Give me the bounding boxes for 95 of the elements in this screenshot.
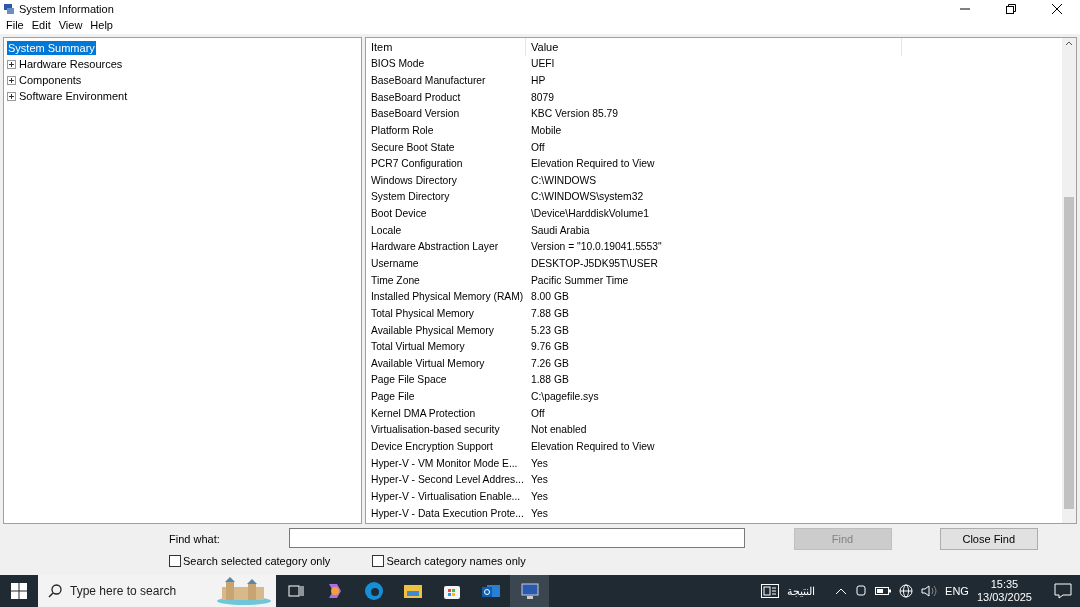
- table-cell-text: Yes: [530, 506, 549, 521]
- table-cell-text: Total Virtual Memory: [370, 340, 466, 355]
- table-cell-text: Available Virtual Memory: [370, 356, 486, 371]
- find-label: Find what:: [169, 533, 221, 545]
- tree-item[interactable]: Software Environment: [18, 89, 129, 103]
- table-cell-text: Off: [530, 406, 546, 421]
- table-cell-text: BIOS Mode: [370, 57, 426, 72]
- table-cell-text: Virtualisation-based security: [370, 423, 501, 438]
- close-icon[interactable]: [1052, 3, 1062, 14]
- table-cell-text: Available Physical Memory: [370, 323, 495, 338]
- table-cell-text: 7.26 GB: [530, 356, 570, 371]
- tree-item[interactable]: Components: [18, 73, 83, 87]
- checkbox-label: Search category names only: [386, 555, 526, 567]
- table-cell-text: Time Zone: [370, 273, 421, 288]
- table-cell-text: Windows Directory: [370, 173, 458, 188]
- table-cell-text: Username: [370, 257, 420, 271]
- table-cell-text: Secure Boot State: [370, 140, 456, 155]
- speaker-icon[interactable]: [921, 584, 938, 598]
- table-cell-text: Mobile: [530, 123, 563, 138]
- table-cell-text: PCR7 Configuration: [370, 157, 464, 172]
- table-cell-text: Yes: [530, 456, 549, 471]
- table-cell-text: Hyper-V - Virtualisation Enable...: [370, 489, 522, 504]
- expand-icon[interactable]: [7, 59, 16, 69]
- close-find-button[interactable]: Close Find: [939, 528, 1038, 550]
- table-cell-text: Boot Device: [370, 207, 428, 222]
- windows-logo-icon[interactable]: [11, 583, 27, 599]
- expand-icon[interactable]: [7, 91, 16, 101]
- table-cell-text: 7.88 GB: [530, 306, 570, 321]
- table-cell-text: KBC Version 85.79: [530, 107, 619, 122]
- chevron-up-icon[interactable]: [835, 587, 848, 595]
- column-header[interactable]: Item: [366, 38, 526, 56]
- clock[interactable]: 15:35 13/03/2025: [976, 578, 1032, 604]
- menu-item[interactable]: View: [54, 17, 87, 34]
- table-cell-text: Platform Role: [370, 123, 435, 138]
- find-field[interactable]: [289, 528, 746, 548]
- table-cell-text: Total Physical Memory: [370, 306, 475, 321]
- scrollbar[interactable]: [1062, 38, 1076, 523]
- table-cell-text: Hyper-V - Second Level Addres...: [370, 473, 525, 488]
- table-cell-text: Pacific Summer Time: [530, 273, 630, 288]
- table-cell-text: Page File: [370, 390, 416, 405]
- table-cell-text: Installed Physical Memory (RAM): [370, 290, 525, 305]
- table-cell-text: HP: [530, 73, 547, 88]
- table-cell-text: Device Encryption Support: [370, 440, 494, 455]
- menu-item[interactable]: Help: [86, 17, 117, 34]
- table-cell-text: Hardware Abstraction Layer: [370, 240, 500, 255]
- search-field[interactable]: Type here to search: [38, 575, 276, 607]
- table-cell-text: Yes: [530, 489, 549, 504]
- window-title: System Information: [19, 2, 115, 15]
- menu-item[interactable]: Edit: [27, 17, 55, 34]
- table-cell-text: C:\pagefile.sys: [530, 390, 600, 405]
- language-indicator[interactable]: ENG: [945, 585, 969, 597]
- table-cell-text: Elevation Required to View: [530, 157, 656, 172]
- table-cell-text: 1.88 GB: [530, 373, 570, 388]
- table-cell-text: Hyper-V - VM Monitor Mode E...: [370, 456, 519, 471]
- table-cell-text: Hyper-V - Data Execution Prote...: [370, 506, 525, 521]
- table-cell-text: BaseBoard Product: [370, 90, 462, 105]
- table-cell-text: Saudi Arabia: [530, 223, 591, 238]
- news-icon[interactable]: [761, 584, 780, 598]
- table-cell-text: Off: [530, 140, 546, 155]
- table-cell-text: 9.76 GB: [530, 340, 570, 355]
- system-info-icon[interactable]: [510, 575, 549, 607]
- table-cell-text: Yes: [530, 473, 549, 488]
- globe-icon[interactable]: [899, 584, 914, 598]
- table-cell-text: Not enabled: [530, 423, 588, 438]
- tree-item[interactable]: System Summary: [7, 41, 96, 55]
- checkbox[interactable]: [169, 555, 181, 567]
- column-header[interactable]: Value: [526, 38, 902, 56]
- notification-icon[interactable]: [1054, 583, 1072, 599]
- tree-item[interactable]: Hardware Resources: [18, 57, 124, 71]
- table-cell-text: 8.00 GB: [530, 290, 570, 305]
- expand-icon[interactable]: [7, 75, 16, 85]
- table-cell-text: Page File Space: [370, 373, 448, 388]
- table-cell-text: C:\WINDOWS\system32: [530, 190, 645, 205]
- app-icon: [3, 2, 15, 15]
- table-cell-text: DESKTOP-J5DK95T\USER: [530, 257, 659, 271]
- table-cell-text: Elevation Required to View: [530, 440, 656, 455]
- table-cell-text: UEFI: [530, 57, 556, 72]
- restore-icon[interactable]: [1006, 3, 1016, 14]
- search-icon: [48, 584, 62, 598]
- battery-icon[interactable]: [875, 586, 892, 596]
- table-cell-text: Kernel DMA Protection: [370, 406, 477, 421]
- table-cell-text: System Directory: [370, 190, 451, 205]
- checkbox[interactable]: [372, 555, 385, 567]
- table-cell-text: BaseBoard Manufacturer: [370, 73, 487, 88]
- camera-icon[interactable]: [855, 584, 868, 598]
- table-cell-text: Version = "10.0.19041.5553": [530, 240, 663, 255]
- table-cell-text: Locale: [370, 223, 403, 238]
- table-cell-text: 8079: [530, 90, 555, 105]
- table-cell-text: BaseBoard Version: [370, 107, 461, 122]
- menu-item[interactable]: File: [2, 17, 28, 34]
- news-label[interactable]: النتيجة: [787, 584, 816, 598]
- table-cell-text: 5.23 GB: [530, 323, 570, 338]
- table-cell-text: \Device\HarddiskVolume1: [530, 207, 650, 222]
- table-cell-text: C:\WINDOWS: [530, 173, 598, 188]
- checkbox-label: Search selected category only: [183, 555, 331, 567]
